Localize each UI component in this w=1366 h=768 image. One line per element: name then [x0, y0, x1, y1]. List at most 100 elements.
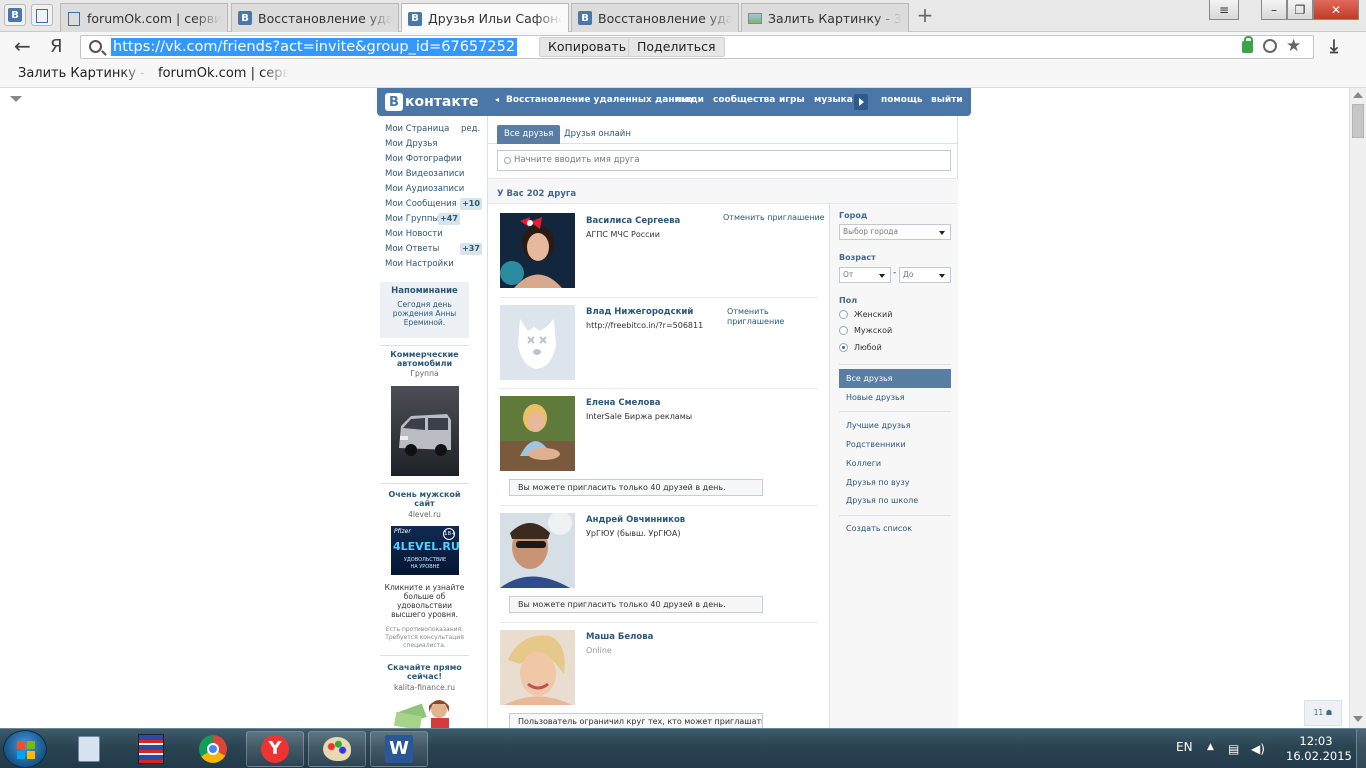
nav-music[interactable]: музыка: [814, 95, 853, 105]
friend-avatar[interactable]: [500, 396, 575, 471]
ad-title[interactable]: сейчас!: [380, 672, 469, 681]
zoom-icon[interactable]: [1263, 39, 1277, 53]
scrollbar-thumb[interactable]: [1352, 104, 1364, 138]
download-icon[interactable]: ⤓: [1330, 36, 1338, 57]
menu-edit-link[interactable]: ред.: [461, 124, 480, 134]
pinned-tab-vk[interactable]: В: [4, 4, 26, 26]
friend-name[interactable]: Маша Белова: [586, 632, 653, 642]
list-all-friends[interactable]: Все друзья: [839, 369, 951, 388]
age-to-select[interactable]: До: [899, 267, 951, 283]
taskbar-paint[interactable]: [308, 731, 366, 767]
nav-logout[interactable]: выйти: [931, 95, 963, 105]
bookmark-item[interactable]: Залить Картинку - З: [18, 66, 148, 81]
sex-female-radio[interactable]: [839, 310, 848, 319]
nav-people[interactable]: люди: [675, 95, 704, 105]
page-scrollbar[interactable]: [1349, 88, 1366, 728]
menu-my-page[interactable]: Мои Страница: [385, 124, 449, 134]
tab-all-friends[interactable]: Все друзья: [497, 125, 561, 144]
volume-icon[interactable]: ◀): [1251, 742, 1265, 756]
tray-expand-icon[interactable]: ▲: [1207, 742, 1214, 752]
yandex-button[interactable]: Я: [50, 37, 66, 57]
scroll-up-arrow-icon[interactable]: [1353, 92, 1363, 98]
menu-my-videos[interactable]: Мои Видеозаписи: [385, 169, 464, 179]
browser-tab-4[interactable]: В Восстановление удал: [571, 3, 739, 32]
sex-option-label[interactable]: Любой: [854, 343, 882, 352]
back-button[interactable]: ←: [14, 36, 36, 57]
ad-banner-4level[interactable]: Pfizer 18+ 4LEVEL.RU УДОВОЛЬСТВИЕ НА УРО…: [391, 526, 459, 575]
language-indicator[interactable]: EN: [1176, 740, 1193, 754]
sex-any-radio[interactable]: [839, 343, 848, 352]
ad-title[interactable]: Очень мужской: [380, 490, 469, 499]
url-text[interactable]: https://vk.com/friends?act=invite&group_…: [111, 38, 518, 56]
close-window-button[interactable]: ✕: [1313, 0, 1359, 20]
menu-my-news[interactable]: Мои Новости: [385, 229, 443, 239]
menu-my-groups[interactable]: Мои Группы: [385, 214, 439, 224]
menu-my-settings[interactable]: Мои Настройки: [385, 259, 454, 269]
friend-avatar[interactable]: [500, 213, 575, 288]
nav-back-link[interactable]: Восстановление удаленных данных: [506, 95, 695, 105]
menu-my-friends[interactable]: Мои Друзья: [385, 139, 437, 149]
menu-button[interactable]: ≡: [1209, 0, 1239, 20]
nav-communities[interactable]: сообщества: [713, 95, 775, 105]
age-from-select[interactable]: От: [839, 267, 891, 283]
cancel-invite-link[interactable]: Отменить приглашение: [723, 213, 825, 223]
list-best-friends[interactable]: Лучшие друзья: [846, 421, 911, 430]
browser-tab-1[interactable]: forumOk.com | серви: [60, 3, 228, 32]
chat-counter[interactable]: 11 ☗: [1304, 700, 1342, 726]
nav-help[interactable]: помощь: [881, 95, 923, 105]
sex-male-radio[interactable]: [839, 326, 848, 335]
menu-my-answers[interactable]: Мои Ответы: [385, 244, 439, 254]
ad-title[interactable]: сайт: [380, 499, 469, 508]
lock-icon[interactable]: [1242, 36, 1253, 53]
show-desktop-button[interactable]: [1356, 729, 1366, 768]
cancel-invite-link[interactable]: Отменить: [727, 307, 769, 317]
browser-tab-5[interactable]: Залить Картинку - За: [741, 3, 909, 32]
birthday-reminder[interactable]: Напоминание Сегодня день рождения Анны Е…: [380, 282, 469, 338]
taskbar-yandex-browser[interactable]: Y: [246, 731, 304, 767]
menu-my-messages[interactable]: Мои Сообщения: [385, 199, 457, 209]
menu-my-audio[interactable]: Мои Аудиозаписи: [385, 184, 464, 194]
taskbar-chrome[interactable]: [184, 731, 242, 767]
scroll-down-arrow-icon[interactable]: [1353, 716, 1363, 722]
browser-tab-3-active[interactable]: В Друзья Ильи Сафоно: [401, 3, 569, 33]
taskbar-archiver[interactable]: [122, 731, 180, 767]
answers-count-badge[interactable]: +37: [460, 243, 482, 255]
ad-title[interactable]: Коммерческие: [380, 350, 469, 359]
taskbar-calculator[interactable]: [60, 731, 118, 767]
list-colleagues[interactable]: Коллеги: [846, 459, 881, 468]
friend-avatar[interactable]: [500, 630, 575, 705]
ad-title[interactable]: автомобили: [380, 359, 469, 368]
browser-tab-2[interactable]: В Восстановление удал: [231, 3, 399, 32]
star-icon[interactable]: ★: [1286, 36, 1301, 56]
friend-name[interactable]: Василиса Сергеева: [586, 216, 680, 226]
list-relatives[interactable]: Родственники: [846, 440, 906, 449]
city-select[interactable]: Выбор города: [839, 224, 951, 240]
network-icon[interactable]: ▤: [1228, 742, 1239, 756]
friend-name[interactable]: Влад Нижегородский: [586, 307, 693, 317]
maximize-button[interactable]: ❐: [1287, 0, 1313, 20]
share-button[interactable]: Поделиться: [628, 37, 725, 57]
ad-image-finance[interactable]: [391, 698, 459, 728]
sex-option-label[interactable]: Мужской: [854, 326, 892, 335]
friend-name[interactable]: Елена Смелова: [586, 398, 661, 408]
friend-avatar[interactable]: [500, 513, 575, 588]
friend-avatar-default[interactable]: [500, 305, 575, 380]
friend-name[interactable]: Андрей Овчинников: [586, 515, 685, 525]
create-list-link[interactable]: Создать список: [846, 524, 912, 533]
ad-image-van[interactable]: [391, 386, 459, 476]
messages-count-badge[interactable]: +10: [460, 198, 482, 210]
menu-my-photos[interactable]: Мои Фотографии: [385, 154, 462, 164]
ad-title[interactable]: Скачайте прямо: [380, 663, 469, 672]
list-school-friends[interactable]: Друзья по школе: [846, 496, 918, 505]
clock[interactable]: 12:03 16.02.2015: [1286, 734, 1352, 764]
new-tab-button[interactable]: +: [914, 5, 936, 26]
pinned-tab-book[interactable]: [31, 4, 53, 26]
list-uni-friends[interactable]: Друзья по вузу: [846, 478, 910, 487]
start-button[interactable]: [3, 730, 47, 768]
nav-games[interactable]: игры: [779, 95, 805, 105]
vk-logo[interactable]: В контакте: [385, 92, 478, 112]
collapse-arrow-icon[interactable]: [10, 96, 22, 102]
friend-search-input[interactable]: Начните вводить имя друга: [497, 150, 951, 171]
taskbar-word[interactable]: W: [370, 731, 428, 767]
sex-option-label[interactable]: Женский: [854, 310, 892, 319]
